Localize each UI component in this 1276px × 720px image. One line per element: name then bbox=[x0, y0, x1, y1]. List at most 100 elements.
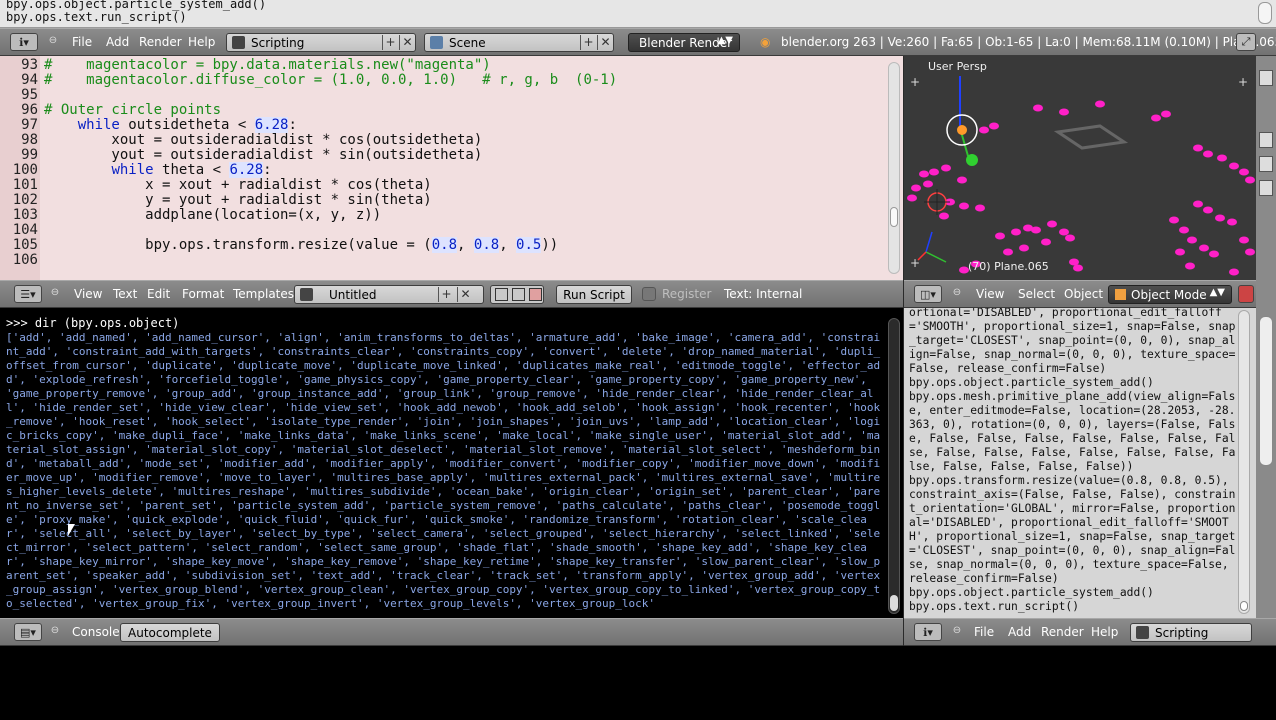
menu-templates[interactable]: Templates bbox=[233, 281, 294, 307]
particle-plane bbox=[975, 204, 985, 212]
syntax-highlight-icon[interactable] bbox=[529, 288, 542, 301]
scrollbar-thumb[interactable] bbox=[1240, 601, 1248, 611]
particle-plane bbox=[923, 180, 933, 188]
nav-y-axis bbox=[925, 251, 947, 263]
info-line-2: bpy.ops.text.run_script() bbox=[6, 10, 187, 24]
text-editor-type-button[interactable]: ☰▾ bbox=[14, 285, 42, 303]
menu-view[interactable]: View bbox=[74, 281, 102, 307]
scrollbar-thumb[interactable] bbox=[890, 595, 898, 611]
collapse-menu-icon[interactable]: ⊖ bbox=[952, 626, 962, 636]
particle-plane bbox=[907, 194, 917, 202]
autocomplete-button[interactable]: Autocomplete bbox=[120, 623, 220, 642]
menu-add[interactable]: Add bbox=[106, 29, 129, 55]
properties-tab-1[interactable] bbox=[1259, 70, 1273, 86]
text-editor-scrollbar[interactable] bbox=[888, 62, 900, 274]
screen-layout-icon bbox=[1136, 626, 1149, 639]
collapse-menu-icon[interactable]: ⊖ bbox=[50, 626, 60, 636]
3d-viewport[interactable]: User Persp + + + (70) Plane.065 bbox=[904, 56, 1256, 280]
empty-region bbox=[0, 646, 1276, 720]
menu-text[interactable]: Text bbox=[113, 281, 137, 307]
menu-file[interactable]: File bbox=[72, 29, 92, 55]
menu-add[interactable]: Add bbox=[1008, 619, 1031, 645]
register-label: Register bbox=[662, 287, 712, 301]
word-wrap-icon[interactable] bbox=[512, 288, 525, 301]
scrollbar-thumb[interactable] bbox=[890, 207, 898, 227]
line-source: x = xout + radialdist * cos(theta) bbox=[44, 177, 432, 193]
menu-file[interactable]: File bbox=[974, 619, 994, 645]
register-checkbox[interactable] bbox=[642, 287, 656, 301]
properties-tab-3[interactable] bbox=[1259, 156, 1273, 172]
console-scrollbar[interactable] bbox=[888, 318, 900, 614]
properties-scrollbar[interactable] bbox=[1259, 316, 1273, 466]
particle-plane bbox=[1185, 262, 1195, 270]
info-header: ℹ▾ ⊖ File Add Render Help Scripting bbox=[904, 618, 1276, 646]
python-console[interactable]: >>> dir (bpy.ops.object) ['add', 'add_na… bbox=[0, 308, 903, 618]
particle-plane bbox=[939, 212, 949, 220]
3d-view-header: ◫▾ ⊖ View Select Object Object Mode ▲▼ bbox=[904, 280, 1256, 308]
particle-plane bbox=[919, 170, 929, 178]
viewport-shading-icon[interactable] bbox=[1238, 285, 1254, 303]
line-source: xout = outsideradialdist * cos(outsideth… bbox=[44, 132, 483, 148]
new-text-icon[interactable]: + bbox=[438, 287, 454, 302]
info-editor-type-button[interactable]: ℹ▾ bbox=[10, 33, 38, 51]
line-numbers-icon[interactable] bbox=[495, 288, 508, 301]
menu-select[interactable]: Select bbox=[1018, 281, 1055, 307]
unlink-text-icon[interactable]: ✕ bbox=[457, 287, 473, 302]
top-info-strip: bpy.ops.object.particle_system_add() bpy… bbox=[0, 0, 1276, 28]
add-scene-icon[interactable]: + bbox=[580, 35, 596, 50]
collapse-menu-icon[interactable]: ⊖ bbox=[48, 36, 58, 46]
menu-render[interactable]: Render bbox=[139, 29, 182, 55]
particle-plane bbox=[1209, 250, 1219, 258]
collapse-menu-icon[interactable]: ⊖ bbox=[50, 288, 60, 298]
particle-plane bbox=[1073, 264, 1083, 272]
mode-select[interactable]: Object Mode ▲▼ bbox=[1108, 285, 1232, 304]
console-editor-type-button[interactable]: ▤▾ bbox=[14, 623, 42, 641]
text-datablock-field[interactable]: Untitled + ✕ bbox=[294, 285, 484, 304]
line-number: 104 bbox=[12, 222, 38, 238]
delete-scene-icon[interactable]: ✕ bbox=[597, 35, 613, 50]
scene-icon bbox=[430, 36, 443, 49]
menu-edit[interactable]: Edit bbox=[147, 281, 170, 307]
menu-object[interactable]: Object bbox=[1064, 281, 1103, 307]
line-number: 103 bbox=[12, 207, 38, 223]
particle-plane bbox=[1041, 238, 1051, 246]
particle-plane bbox=[1033, 104, 1043, 112]
chevron-updown-icon: ▲▼ bbox=[717, 35, 733, 46]
info-log-scrollbar[interactable] bbox=[1238, 310, 1250, 614]
line-source: addplane(location=(x, y, z)) bbox=[44, 207, 382, 223]
run-script-button[interactable]: Run Script bbox=[556, 285, 632, 304]
delete-screen-icon[interactable]: ✕ bbox=[399, 35, 415, 50]
particle-plane bbox=[1229, 268, 1239, 276]
plane-grid bbox=[1053, 124, 1129, 150]
info-editor-type-button[interactable]: ℹ▾ bbox=[914, 623, 942, 641]
run-script-label: Run Script bbox=[563, 287, 625, 302]
collapse-menu-icon[interactable]: ⊖ bbox=[952, 288, 962, 298]
right-properties-edge[interactable] bbox=[1256, 56, 1276, 618]
display-toggles[interactable] bbox=[490, 285, 544, 304]
render-engine-select[interactable]: Blender Render ▲▼ bbox=[628, 33, 740, 52]
menu-help[interactable]: Help bbox=[1091, 619, 1118, 645]
line-number: 101 bbox=[12, 177, 38, 193]
particle-plane bbox=[1215, 214, 1225, 222]
info-log[interactable]: ortional='DISABLED', proportional_edit_f… bbox=[904, 308, 1256, 618]
3d-editor-type-button[interactable]: ◫▾ bbox=[914, 285, 942, 303]
text-editor[interactable]: 93 # magentacolor = bpy.data.materials.ne… bbox=[0, 56, 903, 280]
particle-plane bbox=[1151, 114, 1161, 122]
menu-help[interactable]: Help bbox=[188, 29, 215, 55]
properties-tab-2[interactable] bbox=[1259, 132, 1273, 148]
tab-console[interactable]: Console bbox=[72, 619, 120, 645]
screen-layout-field[interactable]: Scripting + ✕ bbox=[226, 33, 416, 52]
info-scrollbar[interactable] bbox=[1258, 2, 1272, 24]
screen-layout-field[interactable]: Scripting bbox=[1130, 623, 1252, 642]
menu-format[interactable]: Format bbox=[182, 281, 224, 307]
properties-tab-4[interactable] bbox=[1259, 180, 1273, 196]
console-prompt[interactable]: >>> dir (bpy.ops.object) bbox=[6, 316, 179, 330]
scene-stats: blender.org 263 | Ve:260 | Fa:65 | Ob:1-… bbox=[781, 35, 1276, 49]
scene-field[interactable]: Scene + ✕ bbox=[424, 33, 614, 52]
particle-plane bbox=[1031, 226, 1041, 234]
menu-render[interactable]: Render bbox=[1041, 619, 1084, 645]
add-screen-icon[interactable]: + bbox=[382, 35, 398, 50]
line-number: 96 bbox=[21, 102, 38, 118]
menu-view[interactable]: View bbox=[976, 281, 1004, 307]
fullscreen-icon[interactable]: ⤢ bbox=[1236, 33, 1256, 51]
